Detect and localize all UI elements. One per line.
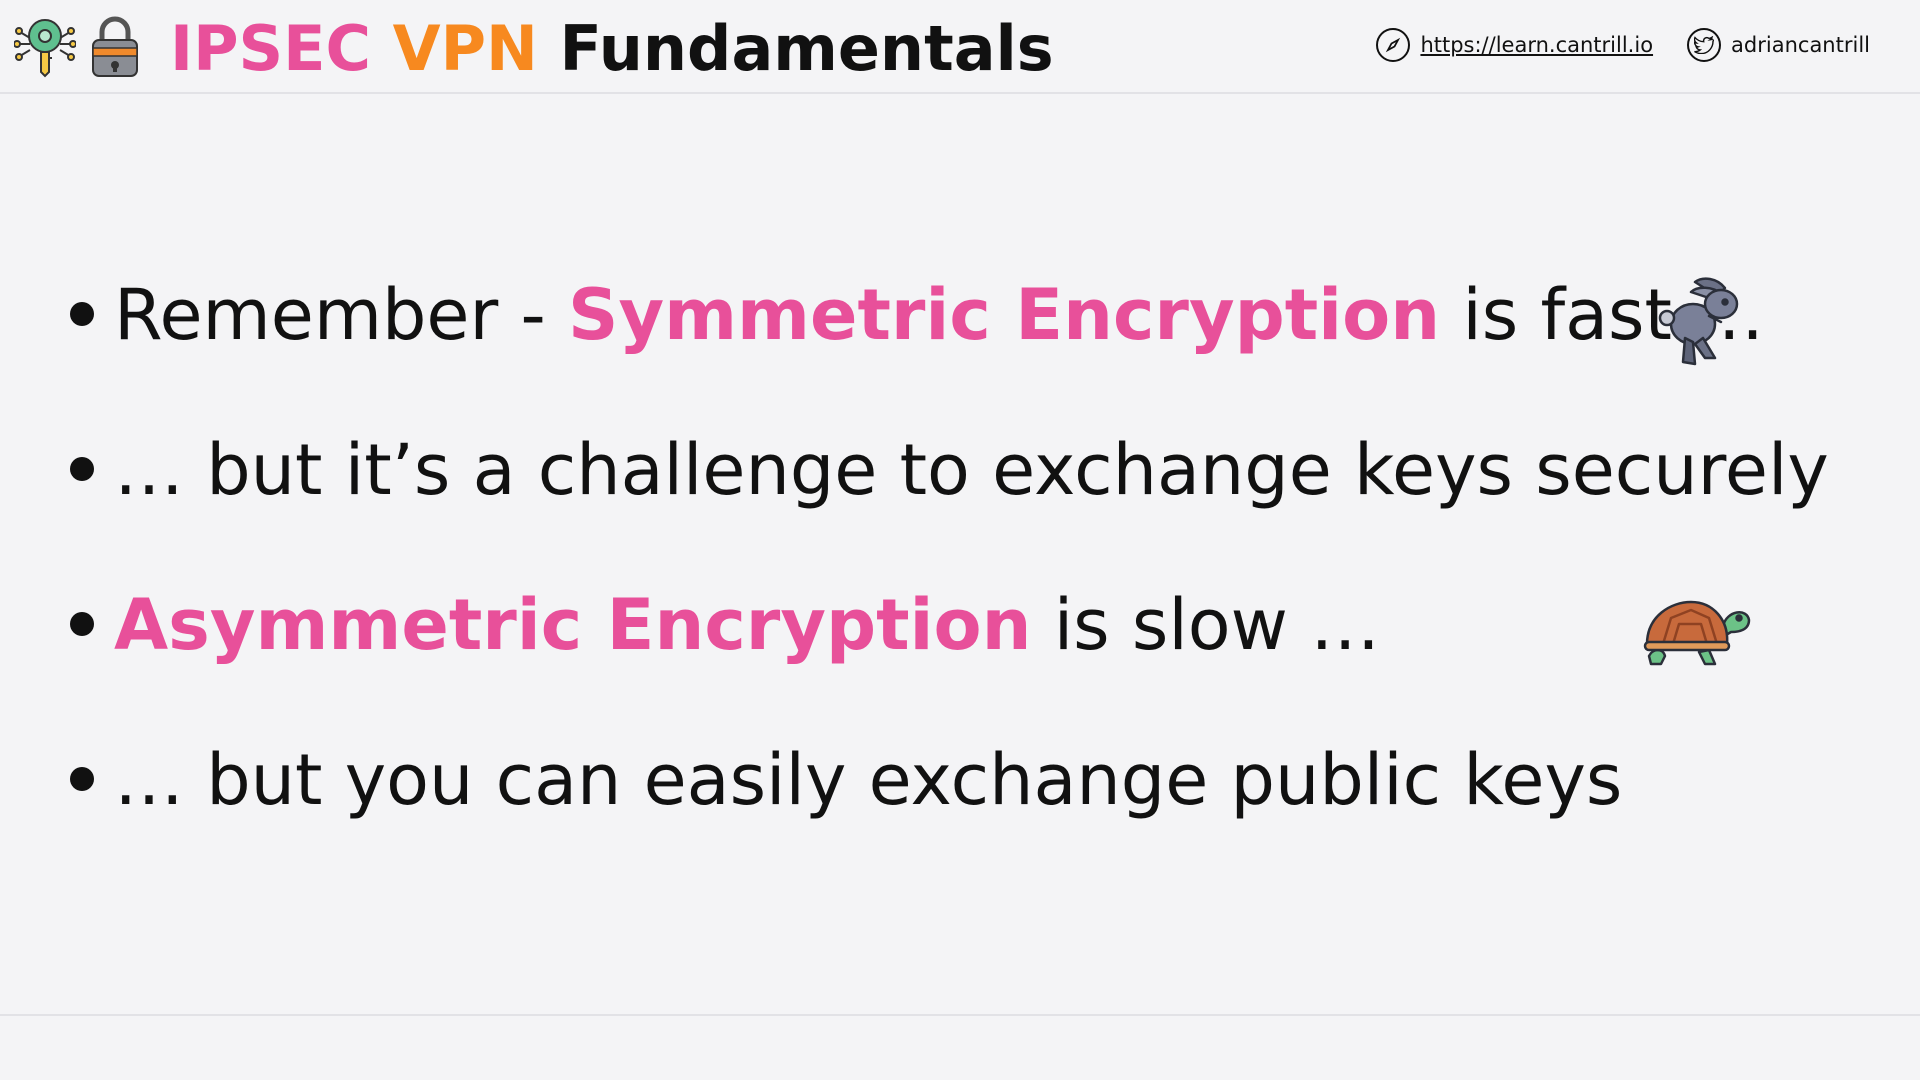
bullet-1-highlight: Symmetric Encryption	[568, 274, 1441, 356]
title-vpn: VPN	[392, 12, 538, 85]
bullet-3-highlight: Asymmetric Encryption	[114, 584, 1032, 666]
bullet-item-4: … but you can easily exchange public key…	[70, 735, 1622, 825]
twitter-handle[interactable]: adriancantrill	[1731, 33, 1870, 57]
padlock-icon	[92, 16, 138, 77]
footer-divider	[0, 1014, 1920, 1016]
turtle-icon	[1643, 600, 1751, 666]
bullet-item-1: Remember - Symmetric Encryption is fast …	[70, 270, 1764, 360]
header-links: https://learn.cantrill.io adriancantrill	[1342, 28, 1870, 62]
compass-icon	[1376, 28, 1411, 62]
bullet-dot	[70, 301, 94, 326]
bullet-2-text: … but it’s a challenge to exchange keys …	[114, 429, 1829, 511]
twitter-icon	[1687, 28, 1722, 62]
slide-header: IPSEC VPN Fundamentals https://learn.can…	[0, 0, 1920, 94]
key-circuit-icon	[14, 19, 76, 78]
bullet-3-post: is slow …	[1031, 584, 1381, 666]
bullet-4-text: … but you can easily exchange public key…	[114, 739, 1623, 821]
page-title: IPSEC VPN Fundamentals	[170, 10, 1054, 88]
website-link-item[interactable]: https://learn.cantrill.io	[1376, 28, 1653, 62]
title-ipsec: IPSEC	[170, 12, 372, 85]
rabbit-icon	[1658, 277, 1739, 366]
website-link[interactable]: https://learn.cantrill.io	[1420, 33, 1653, 57]
bullet-dot	[70, 766, 94, 791]
bullet-item-3: Asymmetric Encryption is slow …	[70, 580, 1380, 670]
title-fundamentals: Fundamentals	[559, 12, 1054, 85]
bullet-dot	[70, 456, 94, 481]
bullet-dot	[70, 611, 94, 636]
bullet-1-pre: Remember -	[114, 274, 569, 356]
twitter-link-item[interactable]: adriancantrill	[1687, 28, 1870, 62]
bullet-item-2: … but it’s a challenge to exchange keys …	[70, 425, 1829, 515]
